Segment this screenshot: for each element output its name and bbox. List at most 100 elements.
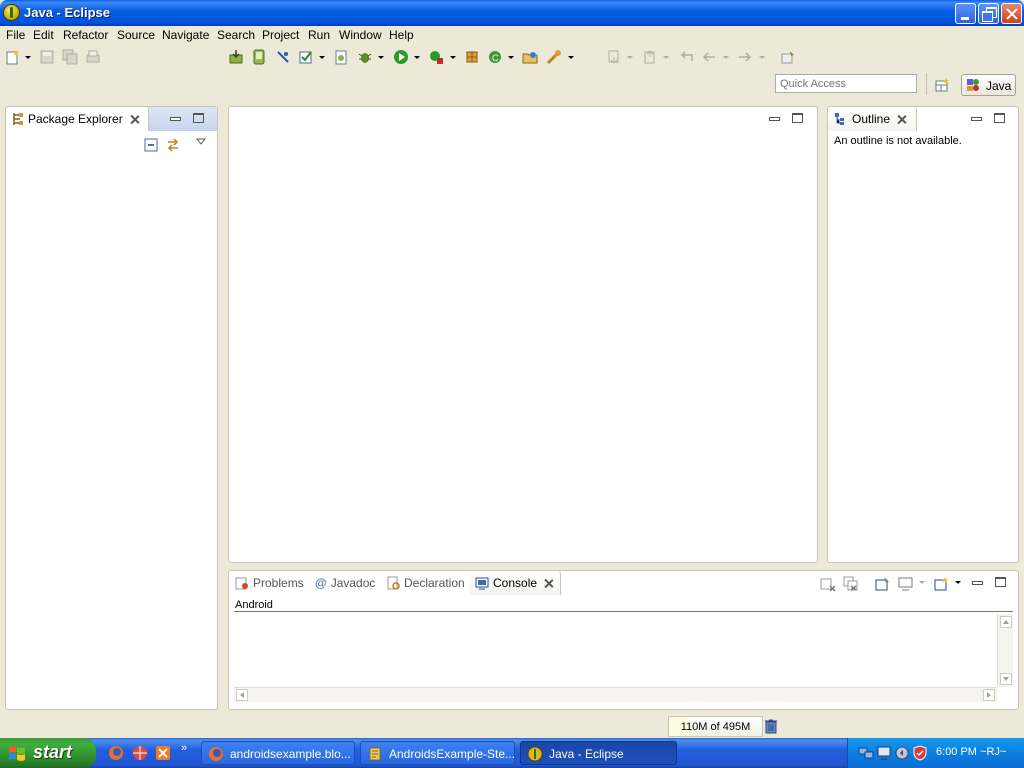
xampp-icon[interactable]	[155, 745, 171, 761]
editor-area[interactable]	[228, 106, 818, 563]
external-tools-icon[interactable]	[428, 49, 444, 65]
quick-access-input[interactable]	[775, 74, 917, 93]
minimize-view-button[interactable]	[972, 577, 983, 587]
minimize-editor-button[interactable]	[769, 113, 780, 123]
task-androidsexample-steps[interactable]: AndroidsExample-Ste...	[360, 741, 515, 765]
previous-annotation-icon[interactable]	[642, 49, 658, 65]
scroll-left-arrow-icon[interactable]	[236, 689, 248, 701]
collapse-all-icon[interactable]	[144, 138, 158, 152]
restore-button[interactable]	[978, 3, 999, 24]
heap-status[interactable]: 110M of 495M	[668, 716, 763, 737]
open-type-icon[interactable]	[522, 49, 538, 65]
new-package-icon[interactable]	[464, 49, 480, 65]
tab-declaration[interactable]: Declaration	[380, 571, 471, 595]
close-button[interactable]	[1001, 3, 1022, 24]
volume-icon[interactable]	[894, 745, 910, 761]
minimize-view-button[interactable]	[170, 113, 181, 123]
menu-source[interactable]: Source	[117, 28, 155, 42]
view-menu-icon[interactable]	[196, 138, 206, 146]
pin-console-icon[interactable]	[875, 576, 891, 592]
display-console-dropdown-arrow[interactable]	[919, 581, 925, 584]
close-icon[interactable]	[897, 115, 906, 124]
remove-all-terminated-icon[interactable]	[843, 576, 859, 592]
tab-console[interactable]: Console	[469, 571, 561, 595]
tab-package-explorer[interactable]: Package Explorer	[6, 107, 149, 131]
menu-file[interactable]: File	[6, 28, 25, 42]
sdk-manager-icon[interactable]	[228, 49, 244, 65]
remove-launch-icon[interactable]	[820, 576, 836, 592]
minimize-button[interactable]	[955, 3, 976, 24]
print-icon[interactable]	[85, 49, 101, 65]
console-output[interactable]	[234, 614, 1013, 702]
network-icon[interactable]	[858, 745, 874, 761]
new-dropdown-arrow[interactable]	[25, 56, 31, 59]
forward-dropdown-arrow[interactable]	[759, 56, 765, 59]
minimize-view-button[interactable]	[971, 113, 982, 123]
menu-search[interactable]: Search	[217, 28, 255, 42]
firefox-icon[interactable]	[108, 745, 124, 761]
title-bar[interactable]: Java - Eclipse	[0, 0, 1024, 26]
new-class-dropdown-arrow[interactable]	[508, 56, 514, 59]
tab-javadoc[interactable]: @ Javadoc	[309, 571, 381, 595]
lint-icon[interactable]	[275, 49, 291, 65]
bottom-panel: Problems @ Javadoc Declaration Console A…	[228, 570, 1019, 710]
display-console-icon[interactable]	[898, 576, 914, 592]
last-edit-location-icon[interactable]	[678, 49, 694, 65]
pin-editor-icon[interactable]	[780, 49, 796, 65]
close-icon[interactable]	[130, 115, 139, 124]
maximize-editor-button[interactable]	[792, 113, 803, 123]
new-class-icon[interactable]: C	[487, 49, 503, 65]
menu-help[interactable]: Help	[389, 28, 414, 42]
link-with-editor-icon[interactable]	[165, 137, 181, 153]
vertical-scrollbar[interactable]	[997, 614, 1013, 687]
tab-outline[interactable]: Outline	[828, 107, 917, 131]
save-icon[interactable]	[39, 49, 55, 65]
next-annotation-dropdown-arrow[interactable]	[627, 56, 633, 59]
next-annotation-icon[interactable]	[606, 49, 622, 65]
scroll-up-arrow-icon[interactable]	[1000, 616, 1012, 628]
java-perspective-button[interactable]: Java	[961, 74, 1016, 96]
task-java-eclipse[interactable]: Java - Eclipse	[520, 741, 677, 765]
search-icon[interactable]	[546, 49, 562, 65]
checkbox-dropdown-arrow[interactable]	[319, 56, 325, 59]
forward-icon[interactable]	[737, 49, 753, 65]
security-shield-icon[interactable]	[912, 745, 928, 761]
open-console-dropdown-arrow[interactable]	[955, 581, 961, 584]
open-console-icon[interactable]	[933, 576, 949, 592]
menu-edit[interactable]: Edit	[33, 28, 54, 42]
browser-icon[interactable]	[132, 745, 148, 761]
external-tools-dropdown-arrow[interactable]	[450, 56, 456, 59]
trash-icon[interactable]	[765, 719, 777, 734]
maximize-view-button[interactable]	[193, 113, 204, 123]
debug-dropdown-arrow[interactable]	[378, 56, 384, 59]
close-icon[interactable]	[544, 579, 553, 588]
run-dropdown-arrow[interactable]	[414, 56, 420, 59]
checkbox-icon[interactable]	[298, 49, 314, 65]
scroll-down-arrow-icon[interactable]	[1000, 673, 1012, 685]
debug-icon[interactable]	[357, 49, 373, 65]
save-all-icon[interactable]	[62, 49, 78, 65]
network-connection-icon[interactable]	[876, 745, 892, 761]
menu-run[interactable]: Run	[308, 28, 330, 42]
maximize-view-button[interactable]	[994, 113, 1005, 123]
new-android-project-icon[interactable]	[333, 49, 349, 65]
menu-navigate[interactable]: Navigate	[162, 28, 209, 42]
start-button[interactable]: start	[0, 738, 96, 768]
menu-window[interactable]: Window	[339, 28, 382, 42]
quick-launch-overflow-icon[interactable]: »	[181, 742, 187, 754]
menu-refactor[interactable]: Refactor	[63, 28, 108, 42]
run-icon[interactable]	[393, 49, 409, 65]
task-androidsexample-blog[interactable]: androidsexample.blo...	[201, 741, 355, 765]
open-perspective-icon[interactable]	[934, 77, 950, 93]
new-icon[interactable]	[5, 49, 21, 65]
back-dropdown-arrow[interactable]	[723, 56, 729, 59]
horizontal-scrollbar[interactable]	[234, 687, 997, 702]
previous-annotation-dropdown-arrow[interactable]	[663, 56, 669, 59]
maximize-view-button[interactable]	[995, 577, 1006, 587]
menu-project[interactable]: Project	[262, 28, 299, 42]
scroll-right-arrow-icon[interactable]	[983, 689, 995, 701]
back-icon[interactable]	[701, 49, 717, 65]
tab-problems[interactable]: Problems	[229, 571, 310, 595]
search-dropdown-arrow[interactable]	[568, 56, 574, 59]
avd-manager-icon[interactable]	[251, 49, 267, 65]
